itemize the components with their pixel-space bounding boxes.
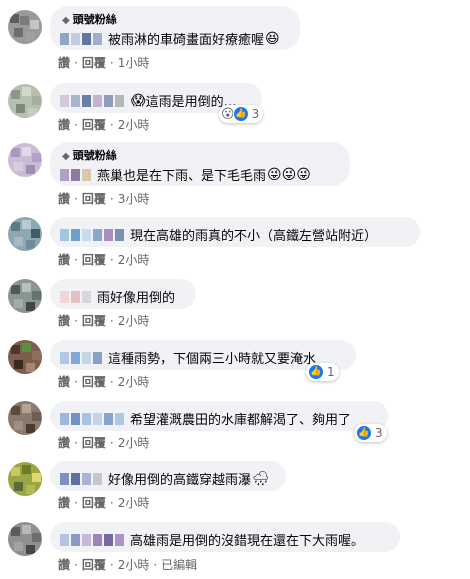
diamond-icon: ◆	[62, 15, 70, 26]
rain-cloud-emoji-icon: 🌧	[252, 470, 270, 487]
timestamp[interactable]: 2小時	[118, 434, 150, 451]
author-name[interactable]	[60, 351, 104, 364]
like-button[interactable]: 讚	[58, 373, 70, 390]
comment-bubble: ◆ 頭號粉絲 燕巢也是在下雨、是下毛毛雨 😜😜😜	[50, 142, 350, 186]
timestamp[interactable]: 3小時	[118, 190, 150, 207]
reactions-summary[interactable]: 👍 1	[306, 363, 339, 381]
reply-button[interactable]: 回覆	[82, 190, 106, 207]
comment-text: 希望灌溉農田的水庫都解渴了、夠用了	[130, 413, 352, 428]
comment-text: 被雨淋的車碕畫面好療癒喔	[108, 33, 265, 48]
avatar[interactable]	[8, 143, 42, 177]
like-icon: 👍	[232, 106, 249, 122]
top-fan-badge: ◆ 頭號粉絲	[62, 149, 117, 162]
reactions-summary[interactable]: 😮 👍 3	[219, 105, 264, 123]
author-name[interactable]	[60, 290, 93, 303]
reply-button[interactable]: 回覆	[82, 373, 106, 390]
comment-bubble: ◆ 頭號粉絲 被雨淋的車碕畫面好療癒喔 😆	[50, 6, 300, 50]
top-fan-badge: ◆ 頭號粉絲	[62, 13, 117, 26]
comment-text: 這種雨勢，下個兩三小時就又要淹水	[108, 352, 317, 367]
diamond-icon: ◆	[62, 151, 70, 162]
scream-emoji-icon: 😱	[131, 92, 146, 109]
comment-text: 高雄雨是用倒的沒錯現在還在下大雨喔。	[130, 534, 365, 549]
author-name[interactable]	[60, 472, 104, 485]
avatar[interactable]	[8, 340, 42, 374]
author-name[interactable]	[60, 94, 126, 107]
timestamp[interactable]: 2小時	[118, 556, 150, 573]
like-button[interactable]: 讚	[58, 556, 70, 573]
avatar[interactable]	[8, 84, 42, 118]
author-name[interactable]	[60, 228, 126, 241]
comment-text: 雨好像用倒的	[97, 291, 176, 306]
timestamp[interactable]: 2小時	[118, 373, 150, 390]
avatar[interactable]	[8, 279, 42, 313]
avatar[interactable]	[8, 522, 42, 556]
reply-button[interactable]: 回覆	[82, 494, 106, 511]
reply-button[interactable]: 回覆	[82, 434, 106, 451]
like-button[interactable]: 讚	[58, 190, 70, 207]
timestamp[interactable]: 2小時	[118, 116, 150, 133]
like-icon: 👍	[308, 364, 324, 380]
timestamp[interactable]: 1小時	[118, 54, 150, 71]
reply-button[interactable]: 回覆	[82, 251, 106, 268]
author-name[interactable]	[60, 32, 104, 45]
avatar[interactable]	[8, 217, 42, 251]
winking-tongue-emoji-icon: 😜😜😜	[267, 166, 311, 183]
avatar[interactable]	[8, 10, 42, 44]
comment-bubble: 高雄雨是用倒的沒錯現在還在下大雨喔。	[50, 522, 400, 552]
edited-label[interactable]: 已編輯	[161, 556, 197, 573]
author-name[interactable]	[60, 533, 126, 546]
timestamp[interactable]: 2小時	[118, 251, 150, 268]
comment-bubble: 雨好像用倒的	[50, 279, 196, 309]
comment-bubble: 現在高雄的雨真的不小（高鐵左營站附近）	[50, 217, 420, 247]
author-name[interactable]	[60, 168, 93, 181]
reply-button[interactable]: 回覆	[82, 556, 106, 573]
like-button[interactable]: 讚	[58, 434, 70, 451]
avatar[interactable]	[8, 462, 42, 496]
like-button[interactable]: 讚	[58, 251, 70, 268]
reactions-summary[interactable]: 👍 3	[354, 424, 387, 442]
like-button[interactable]: 讚	[58, 312, 70, 329]
comment-text: 燕巢也是在下雨、是下毛毛雨	[97, 169, 267, 184]
reply-button[interactable]: 回覆	[82, 116, 106, 133]
like-button[interactable]: 讚	[58, 116, 70, 133]
timestamp[interactable]: 2小時	[118, 494, 150, 511]
avatar[interactable]	[8, 401, 42, 435]
reply-button[interactable]: 回覆	[82, 312, 106, 329]
like-button[interactable]: 讚	[58, 54, 70, 71]
comment-bubble: 好像用倒的高鐵穿越雨瀑 🌧	[50, 461, 286, 491]
author-name[interactable]	[60, 412, 126, 425]
laughing-emoji-icon: 😆	[265, 30, 280, 47]
comment-text: 好像用倒的高鐵穿越雨瀑	[108, 473, 252, 488]
like-button[interactable]: 讚	[58, 494, 70, 511]
reply-button[interactable]: 回覆	[82, 54, 106, 71]
comment-text: 現在高雄的雨真的不小（高鐵左營站附近）	[130, 229, 378, 244]
comment-bubble: 希望灌溉農田的水庫都解渴了、夠用了	[50, 401, 388, 431]
like-icon: 👍	[356, 425, 372, 441]
timestamp[interactable]: 2小時	[118, 312, 150, 329]
